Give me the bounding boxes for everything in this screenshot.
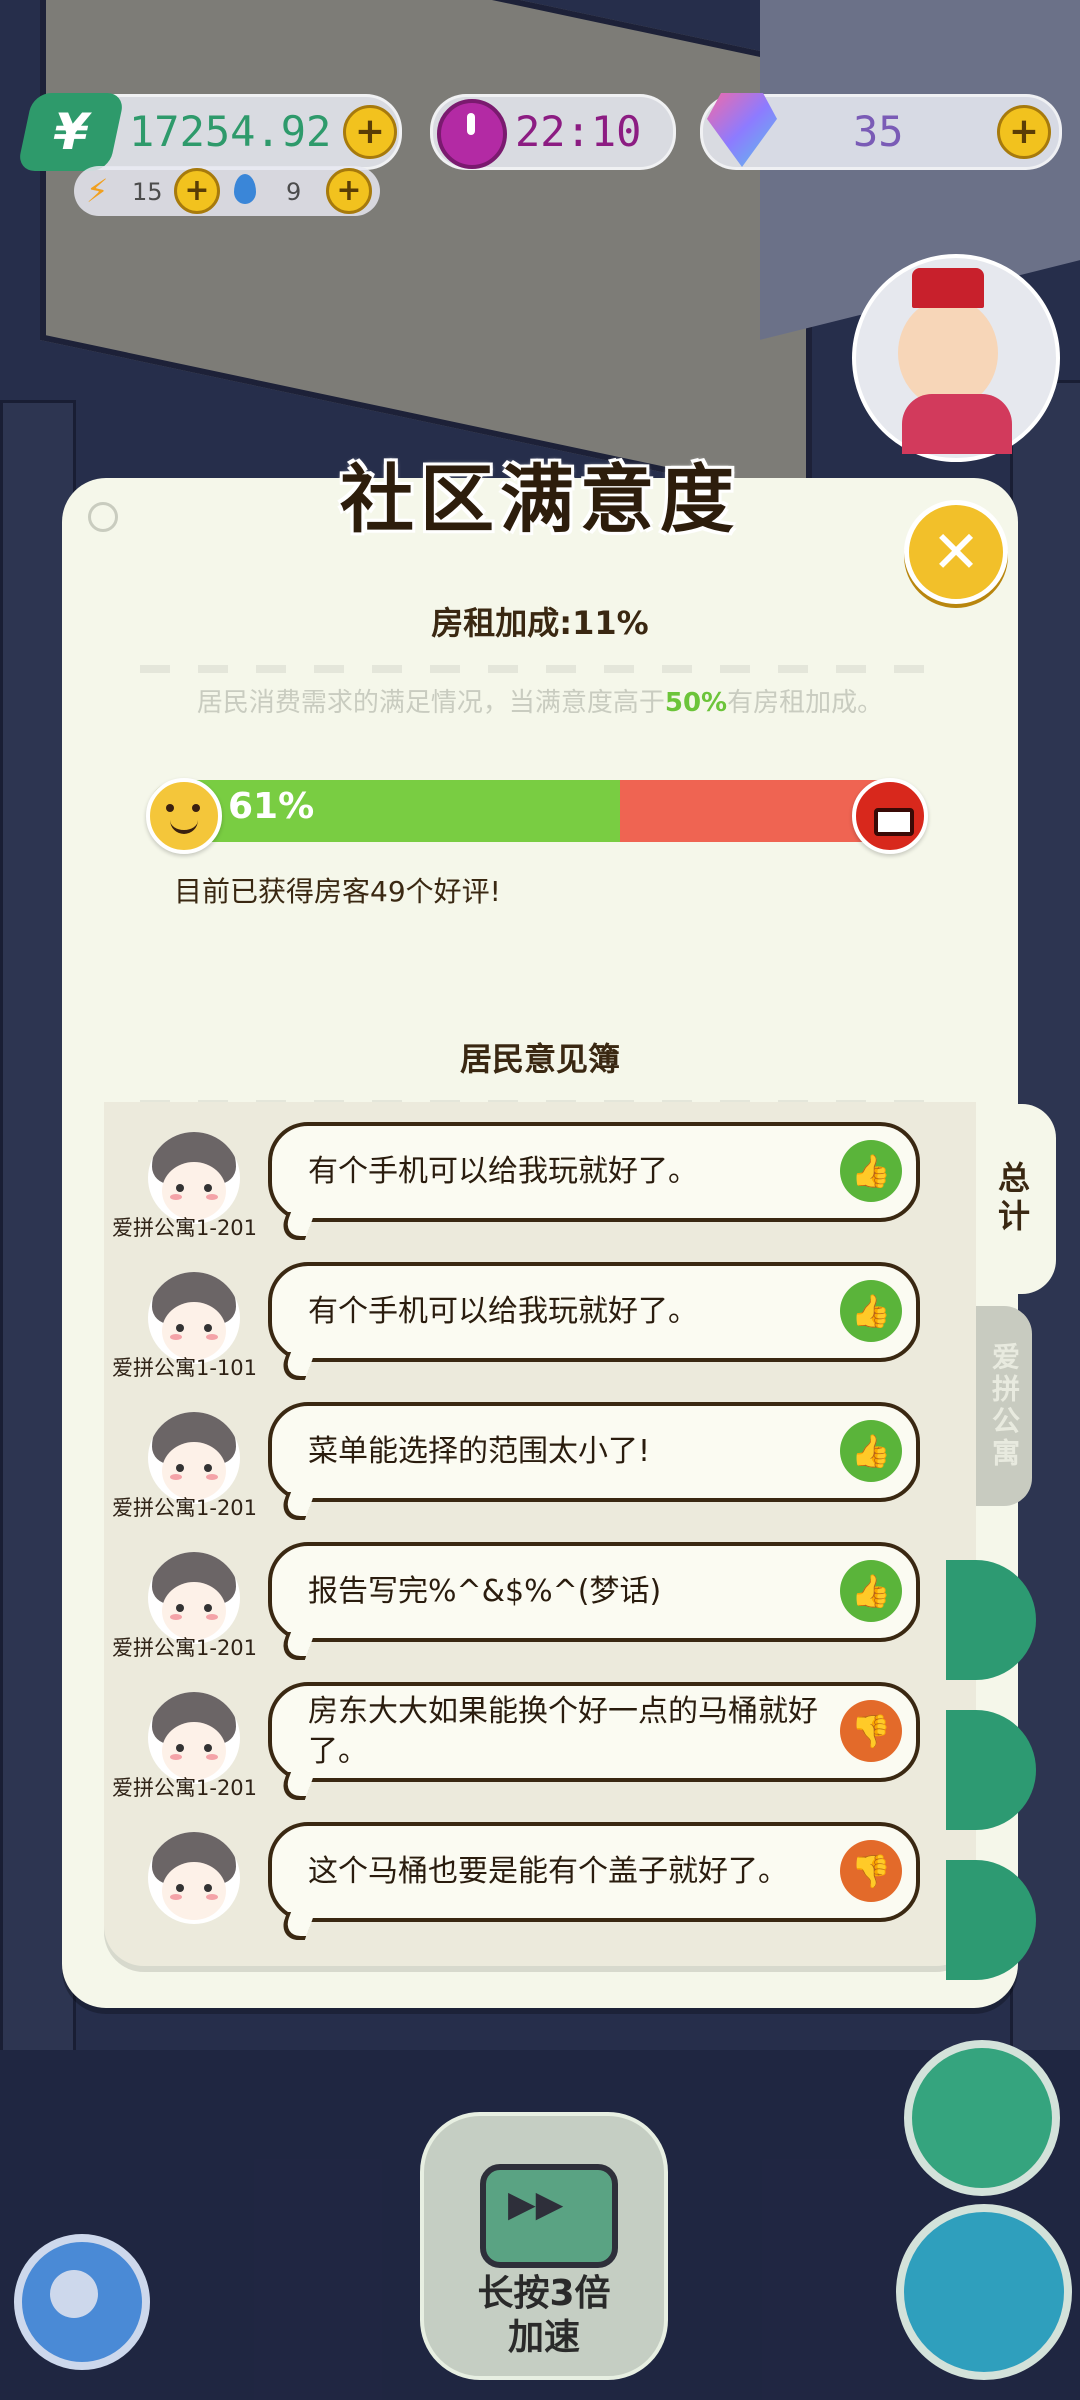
add-energy-button[interactable]: + bbox=[174, 168, 220, 214]
speed-up-button[interactable]: 长按3倍加速 bbox=[420, 2112, 668, 2380]
thumbs-up-icon: 👍 bbox=[840, 1280, 902, 1342]
gem-icon bbox=[707, 93, 777, 167]
resident-room: 爱拼公寓1-201 bbox=[112, 1216, 258, 1240]
review-bubble: 这个马桶也要是能有个盖子就好了。 👎 bbox=[268, 1822, 920, 1922]
thumbs-up-icon: 👍 bbox=[840, 1560, 902, 1622]
tab-total[interactable]: 总计 bbox=[968, 1104, 1056, 1294]
review-bubble: 菜单能选择的范围太小了! 👍 bbox=[268, 1402, 920, 1502]
energy-value: 15 bbox=[132, 178, 163, 206]
review-row: 爱拼公寓1-201 菜单能选择的范围太小了! 👍 bbox=[104, 1390, 976, 1530]
thumbs-down-icon: 👎 bbox=[840, 1700, 902, 1762]
desc-text: 居民消费需求的满足情况，当满意度高于 bbox=[196, 688, 665, 718]
resident-avatar bbox=[148, 1832, 240, 1924]
money-value: 17254.92 bbox=[129, 107, 332, 156]
energy-icon: ⚡ bbox=[86, 172, 109, 210]
review-bubble: 有个手机可以给我玩就好了。 👍 bbox=[268, 1122, 920, 1222]
desc-threshold: 50% bbox=[664, 688, 728, 718]
clock-time: 22:10 bbox=[515, 107, 642, 156]
review-row: 这个马桶也要是能有个盖子就好了。 👎 bbox=[104, 1810, 976, 1950]
clock-icon bbox=[437, 99, 507, 169]
satisfaction-description: 居民消费需求的满足情况，当满意度高于50%有房租加成。 bbox=[0, 682, 1080, 719]
review-bubble: 报告写完%^&$%^(梦话) 👍 bbox=[268, 1542, 920, 1642]
tab-apartment[interactable]: 爱拼公寓 bbox=[976, 1306, 1032, 1506]
thumbs-up-icon: 👍 bbox=[840, 1140, 902, 1202]
review-text: 有个手机可以给我玩就好了。 bbox=[308, 1154, 698, 1189]
add-gems-button[interactable]: + bbox=[997, 105, 1051, 159]
resident-avatar bbox=[148, 1412, 240, 1504]
review-bubble: 有个手机可以给我玩就好了。 👍 bbox=[268, 1262, 920, 1362]
water-value: 9 bbox=[286, 178, 302, 206]
resident-avatar bbox=[148, 1132, 240, 1224]
add-water-button[interactable]: + bbox=[326, 168, 372, 214]
review-row: 爱拼公寓1-201 房东大大如果能换个好一点的马桶就好了。 👎 bbox=[104, 1670, 976, 1810]
happy-face-icon bbox=[146, 778, 222, 854]
money-icon: ¥ bbox=[16, 93, 126, 171]
game-clock: 22:10 bbox=[430, 94, 676, 170]
divider bbox=[140, 665, 940, 673]
resident-avatar bbox=[148, 1272, 240, 1364]
feedback-book-title: 居民意见簿 bbox=[459, 1040, 620, 1078]
desc-text-end: 有房租加成。 bbox=[727, 688, 884, 718]
add-money-button[interactable]: + bbox=[343, 105, 397, 159]
good-review-count: 目前已获得房客49个好评! bbox=[174, 875, 501, 908]
water-icon bbox=[234, 174, 256, 204]
review-row: 爱拼公寓1-101 有个手机可以给我玩就好了。 👍 bbox=[104, 1250, 976, 1390]
resident-room: 爱拼公寓1-201 bbox=[112, 1776, 258, 1800]
money-counter: ¥ 17254.92 + bbox=[16, 93, 402, 171]
gem-value: 35 bbox=[853, 107, 904, 156]
home-decorate-button[interactable] bbox=[896, 2204, 1072, 2380]
resource-counter: ⚡ 15 + 9 + bbox=[74, 166, 380, 216]
angry-face-icon bbox=[852, 778, 928, 854]
speed-up-label: 长按3倍 加速 bbox=[477, 2273, 611, 2358]
gem-counter: 35 + bbox=[700, 93, 1062, 170]
chat-button[interactable] bbox=[904, 2040, 1060, 2196]
review-text: 菜单能选择的范围太小了! bbox=[308, 1434, 651, 1469]
resident-room: 爱拼公寓1-201 bbox=[112, 1496, 258, 1520]
landlord-character[interactable] bbox=[852, 254, 1060, 462]
review-row: 爱拼公寓1-201 有个手机可以给我玩就好了。 👍 bbox=[104, 1110, 976, 1250]
review-text: 这个马桶也要是能有个盖子就好了。 bbox=[308, 1854, 788, 1889]
rent-bonus: 房租加成:11% bbox=[431, 604, 649, 642]
close-button[interactable]: ✕ bbox=[904, 500, 1008, 604]
review-row: 爱拼公寓1-201 报告写完%^&$%^(梦话) 👍 bbox=[104, 1530, 976, 1670]
review-bubble: 房东大大如果能换个好一点的马桶就好了。 👎 bbox=[268, 1682, 920, 1782]
settings-gear-icon[interactable] bbox=[14, 2234, 150, 2370]
resident-room: 爱拼公寓1-101 bbox=[112, 1356, 258, 1380]
review-text: 房东大大如果能换个好一点的马桶就好了。 bbox=[308, 1694, 818, 1769]
resident-room: 爱拼公寓1-201 bbox=[112, 1636, 258, 1660]
review-text: 有个手机可以给我玩就好了。 bbox=[308, 1294, 698, 1329]
review-list[interactable]: 爱拼公寓1-201 有个手机可以给我玩就好了。 👍 爱拼公寓1-101 有个手机可以给我… bbox=[104, 1102, 976, 1966]
resident-avatar bbox=[148, 1692, 240, 1784]
thumbs-down-icon: 👎 bbox=[840, 1840, 902, 1902]
thumbs-up-icon: 👍 bbox=[840, 1420, 902, 1482]
review-text: 报告写完%^&$%^(梦话) bbox=[308, 1574, 662, 1609]
resident-avatar bbox=[148, 1552, 240, 1644]
satisfaction-percent: 61% bbox=[228, 786, 315, 827]
tv-fast-forward-icon bbox=[480, 2164, 618, 2268]
